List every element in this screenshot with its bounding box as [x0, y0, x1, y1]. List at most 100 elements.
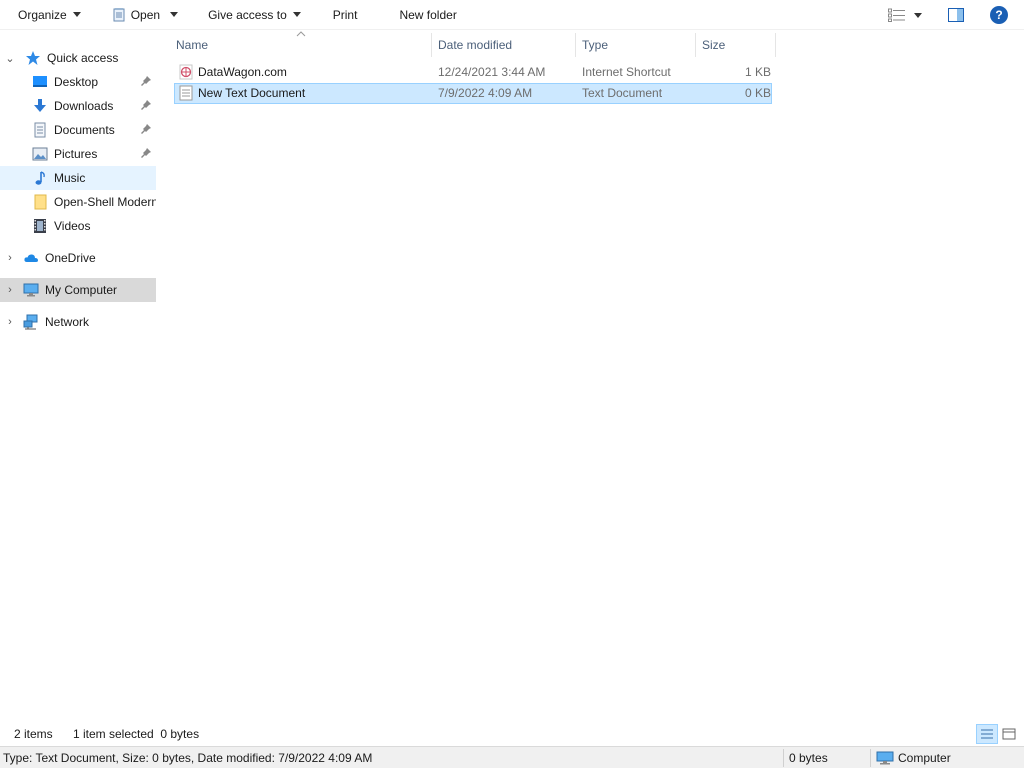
large-icons-view-icon — [1002, 728, 1016, 740]
status-separator — [783, 749, 784, 767]
nav-music-label: Music — [54, 171, 86, 185]
file-type: Internet Shortcut — [582, 65, 671, 79]
details-view-button[interactable] — [976, 724, 998, 744]
help-icon: ? — [990, 6, 1008, 24]
command-bar: Organize Open Give access to Print New f… — [0, 0, 1024, 30]
computer-icon — [23, 282, 39, 298]
file-row-new-text-document[interactable]: New Text Document 7/9/2022 4:09 AM Text … — [174, 83, 772, 104]
navigation-pane: ⌄ Quick access Desktop Downloads Documen… — [0, 31, 156, 721]
status-item-count: 2 items — [14, 727, 53, 741]
print-label: Print — [332, 7, 358, 22]
nav-desktop-label: Desktop — [54, 75, 99, 89]
nav-desktop[interactable]: Desktop — [0, 70, 156, 94]
help-button[interactable]: ? — [984, 2, 1014, 28]
pin-icon — [140, 147, 152, 159]
nav-my-computer[interactable]: › My Computer — [0, 278, 156, 302]
give-access-label: Give access to — [208, 7, 287, 22]
pictures-icon — [32, 146, 48, 162]
nav-onedrive-label: OneDrive — [45, 251, 96, 265]
preview-pane-icon — [948, 8, 964, 22]
column-header-type[interactable]: Type — [576, 33, 696, 57]
nav-my-computer-label: My Computer — [45, 283, 118, 297]
column-header-date-modified[interactable]: Date modified — [432, 33, 576, 57]
pin-icon — [140, 99, 152, 111]
file-name: New Text Document — [198, 86, 306, 100]
cloud-icon — [23, 250, 39, 266]
organize-button[interactable]: Organize — [12, 2, 87, 28]
nav-network[interactable]: › Network — [0, 310, 156, 334]
chevron-down-icon — [72, 12, 81, 17]
status-location-label: Computer — [898, 751, 951, 765]
nav-quick-access-label: Quick access — [47, 51, 119, 65]
nav-network-label: Network — [45, 315, 90, 329]
star-icon — [25, 50, 41, 66]
status-bar: 2 items 1 item selected 0 bytes — [0, 722, 1024, 746]
column-header-name[interactable]: Name — [170, 33, 432, 57]
nav-pictures[interactable]: Pictures — [0, 142, 156, 166]
chevron-right-icon[interactable]: › — [5, 252, 15, 264]
open-button[interactable]: Open — [105, 2, 184, 28]
preview-pane-button[interactable] — [942, 2, 970, 28]
network-icon — [23, 314, 39, 330]
nav-videos-label: Videos — [54, 219, 91, 233]
view-list-icon — [888, 8, 906, 22]
status-location: Computer — [876, 747, 951, 769]
file-name: DataWagon.com — [198, 65, 287, 79]
nav-downloads-label: Downloads — [54, 99, 114, 113]
chevron-down-icon — [170, 12, 179, 17]
file-row-datawagon[interactable]: DataWagon.com 12/24/2021 3:44 AM Interne… — [174, 62, 772, 83]
status-selection: 1 item selected 0 bytes — [73, 727, 200, 741]
toolbar-right: ? — [882, 0, 1024, 30]
column-header-type-label: Type — [582, 38, 609, 52]
file-size: 1 KB — [745, 65, 772, 79]
open-label: Open — [130, 7, 161, 22]
notepad-icon — [111, 7, 127, 23]
nav-open-shell-modern[interactable]: Open-Shell Modern — [0, 190, 156, 214]
column-header-size[interactable]: Size — [696, 33, 776, 57]
status-bytes: 0 bytes — [789, 751, 828, 765]
file-date: 12/24/2021 3:44 AM — [438, 65, 546, 79]
change-view-button[interactable] — [882, 2, 928, 28]
nav-pictures-label: Pictures — [54, 147, 98, 161]
file-list: Name Date modified Type Size DataWagon.c… — [160, 31, 1024, 721]
new-folder-button[interactable]: New folder — [393, 2, 462, 28]
file-date: 7/9/2022 4:09 AM — [438, 86, 533, 100]
music-icon — [32, 170, 48, 186]
nav-onedrive[interactable]: › OneDrive — [0, 246, 156, 270]
pin-icon — [140, 123, 152, 135]
nav-videos[interactable]: Videos — [0, 214, 156, 238]
internet-shortcut-icon — [178, 64, 194, 80]
downloads-icon — [32, 98, 48, 114]
documents-icon — [32, 122, 48, 138]
chevron-down-icon — [292, 12, 301, 17]
column-header-size-label: Size — [702, 38, 726, 52]
chevron-down-icon — [914, 12, 922, 18]
nav-quick-access[interactable]: ⌄ Quick access — [0, 46, 156, 70]
nav-documents[interactable]: Documents — [0, 118, 156, 142]
details-view-icon — [981, 729, 993, 739]
file-type: Text Document — [582, 86, 663, 100]
pin-icon — [140, 75, 152, 87]
file-size: 0 KB — [745, 86, 772, 100]
status-separator — [870, 749, 871, 767]
folder-icon — [32, 194, 48, 210]
details-status-bar: Type: Text Document, Size: 0 bytes, Date… — [0, 746, 1024, 768]
print-button[interactable]: Print — [327, 2, 364, 28]
chevron-down-icon[interactable]: ⌄ — [5, 52, 15, 65]
nav-music[interactable]: Music — [0, 166, 156, 190]
status-details-text: Type: Text Document, Size: 0 bytes, Date… — [3, 751, 373, 765]
nav-downloads[interactable]: Downloads — [0, 94, 156, 118]
nav-documents-label: Documents — [54, 123, 115, 137]
videos-icon — [32, 218, 48, 234]
large-icons-view-button[interactable] — [1000, 725, 1018, 743]
desktop-icon — [32, 74, 48, 90]
new-folder-label: New folder — [399, 7, 457, 22]
organize-label: Organize — [18, 7, 67, 22]
give-access-button[interactable]: Give access to — [202, 2, 307, 28]
nav-open-shell-label: Open-Shell Modern — [54, 195, 156, 209]
column-header-name-label: Name — [176, 38, 209, 52]
text-document-icon — [178, 85, 194, 101]
computer-icon — [876, 751, 894, 765]
chevron-right-icon[interactable]: › — [5, 316, 15, 328]
chevron-right-icon[interactable]: › — [5, 284, 15, 296]
